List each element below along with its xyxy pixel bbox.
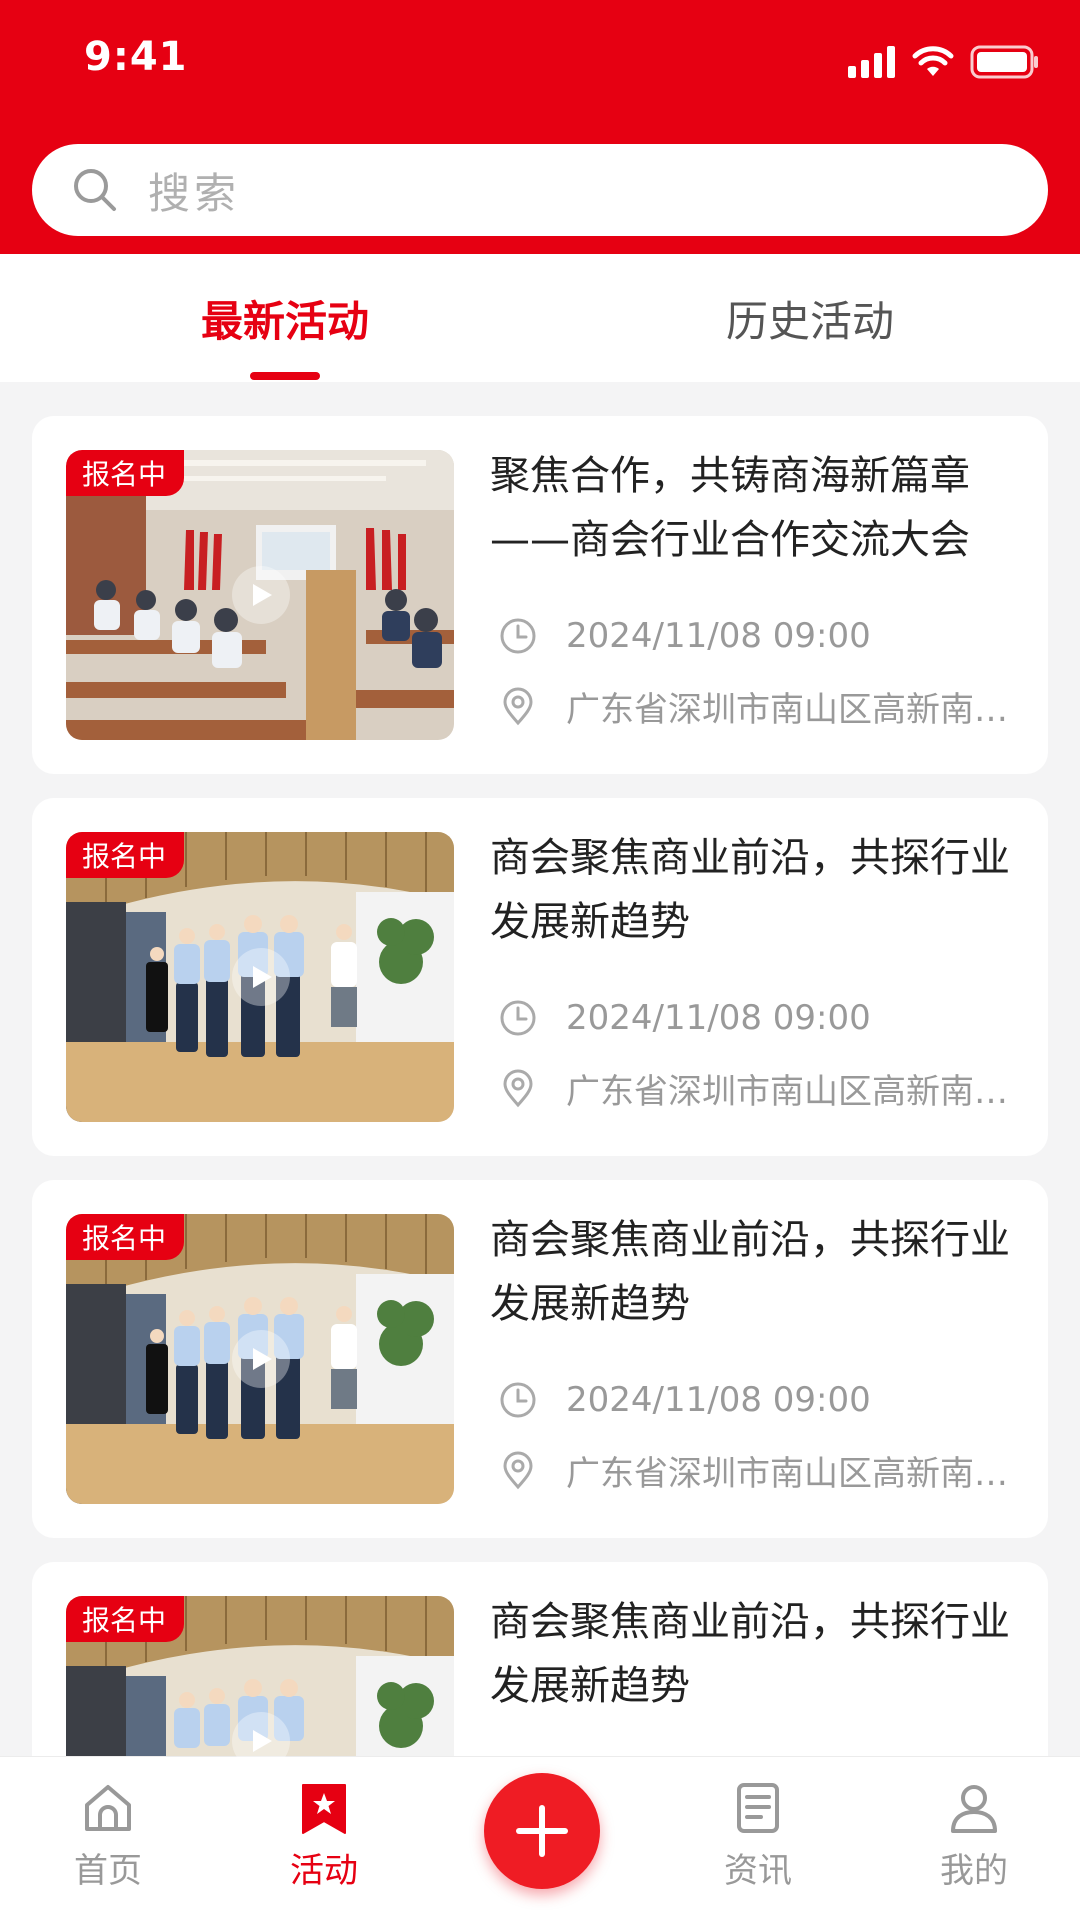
clock-icon	[500, 618, 536, 654]
nav-label-profile: 我的	[940, 1851, 1008, 1891]
tab-bar: 最新活动 历史活动	[0, 254, 1080, 382]
activity-location: 广东省深圳市南山区高新南…	[566, 1071, 1008, 1112]
activity-card[interactable]: 报名中 商会聚焦商业前沿，共探行业发展新趋势 2024/11/08 09:00 …	[32, 1180, 1048, 1538]
activity-location-row: 广东省深圳市南山区高新南…	[498, 682, 1018, 730]
play-icon[interactable]	[232, 566, 290, 624]
location-pin-icon	[503, 1451, 533, 1490]
nav-item-home[interactable]: 首页	[48, 1779, 168, 1899]
location-pin-icon	[503, 1069, 533, 1108]
nav-label-activity: 活动	[290, 1851, 358, 1891]
clock-icon	[500, 1000, 536, 1036]
activity-location: 广东省深圳市南山区高新南…	[566, 689, 1008, 730]
user-icon	[951, 1785, 997, 1833]
play-icon[interactable]	[232, 1330, 290, 1388]
activity-location: 广东省深圳市南山区高新南…	[566, 1453, 1008, 1494]
search-icon	[74, 169, 116, 211]
status-badge: 报名中	[66, 1596, 185, 1642]
tab-active-indicator	[250, 372, 320, 380]
activity-thumbnail[interactable]: 报名中	[66, 832, 454, 1122]
activity-card[interactable]: 报名中 聚焦合作，共铸商海新篇章——商会行业合作交流大会 2024/11/08 …	[32, 416, 1048, 774]
status-icons	[848, 42, 1040, 82]
activity-title: 聚焦合作，共铸商海新篇章——商会行业合作交流大会	[490, 453, 970, 563]
nav-label-news: 资讯	[724, 1851, 792, 1891]
activity-icon	[302, 1784, 346, 1834]
nav-item-activity[interactable]: 活动	[264, 1779, 384, 1899]
battery-icon	[970, 45, 1038, 79]
activity-location-row: 广东省深圳市南山区高新南…	[498, 1446, 1018, 1494]
status-bar: 9:41	[0, 0, 1080, 130]
activity-time-row: 2024/11/08 09:00	[498, 994, 1018, 1042]
status-badge: 报名中	[66, 832, 185, 878]
status-badge: 报名中	[66, 1214, 185, 1260]
status-badge: 报名中	[66, 450, 185, 496]
play-icon[interactable]	[232, 948, 290, 1006]
activity-title: 商会聚焦商业前沿，共探行业发展新趋势	[490, 1217, 1010, 1327]
clock-icon	[500, 1382, 536, 1418]
activity-title: 商会聚焦商业前沿，共探行业发展新趋势	[490, 835, 1010, 945]
activity-title: 商会聚焦商业前沿，共探行业发展新趋势	[490, 1599, 1010, 1709]
location-pin-icon	[503, 687, 533, 726]
bottom-nav: 首页 活动 资讯 我的	[0, 1756, 1080, 1920]
nav-label-home: 首页	[74, 1851, 142, 1891]
plus-icon	[516, 1805, 568, 1857]
activity-thumbnail[interactable]: 报名中	[66, 450, 454, 740]
activity-time-row: 2024/11/08 09:00	[498, 1376, 1018, 1424]
nav-item-profile[interactable]: 我的	[914, 1779, 1034, 1899]
activity-location-row: 广东省深圳市南山区高新南…	[498, 1064, 1018, 1112]
home-icon	[85, 1785, 131, 1831]
tab-latest-activities[interactable]: 最新活动	[0, 254, 570, 382]
activity-time: 2024/11/08 09:00	[566, 616, 871, 656]
activity-card[interactable]: 报名中 商会聚焦商业前沿，共探行业发展新趋势 2024/11/08 09:00 …	[32, 798, 1048, 1156]
activity-time-row: 2024/11/08 09:00	[498, 612, 1018, 660]
wifi-icon	[912, 46, 954, 76]
news-icon	[737, 1783, 779, 1833]
header: 9:41 搜索	[0, 0, 1080, 254]
activity-thumbnail[interactable]: 报名中	[66, 1214, 454, 1504]
add-button[interactable]	[484, 1773, 600, 1889]
tab-history-activities[interactable]: 历史活动	[540, 254, 1080, 382]
signal-icon	[848, 46, 895, 78]
activity-time: 2024/11/08 09:00	[566, 1380, 871, 1420]
activity-time: 2024/11/08 09:00	[566, 998, 871, 1038]
nav-item-news[interactable]: 资讯	[698, 1779, 818, 1899]
search-input[interactable]: 搜索	[32, 144, 1048, 236]
play-icon[interactable]	[232, 1712, 290, 1770]
search-placeholder: 搜索	[148, 168, 241, 218]
status-time: 9:41	[84, 34, 188, 80]
